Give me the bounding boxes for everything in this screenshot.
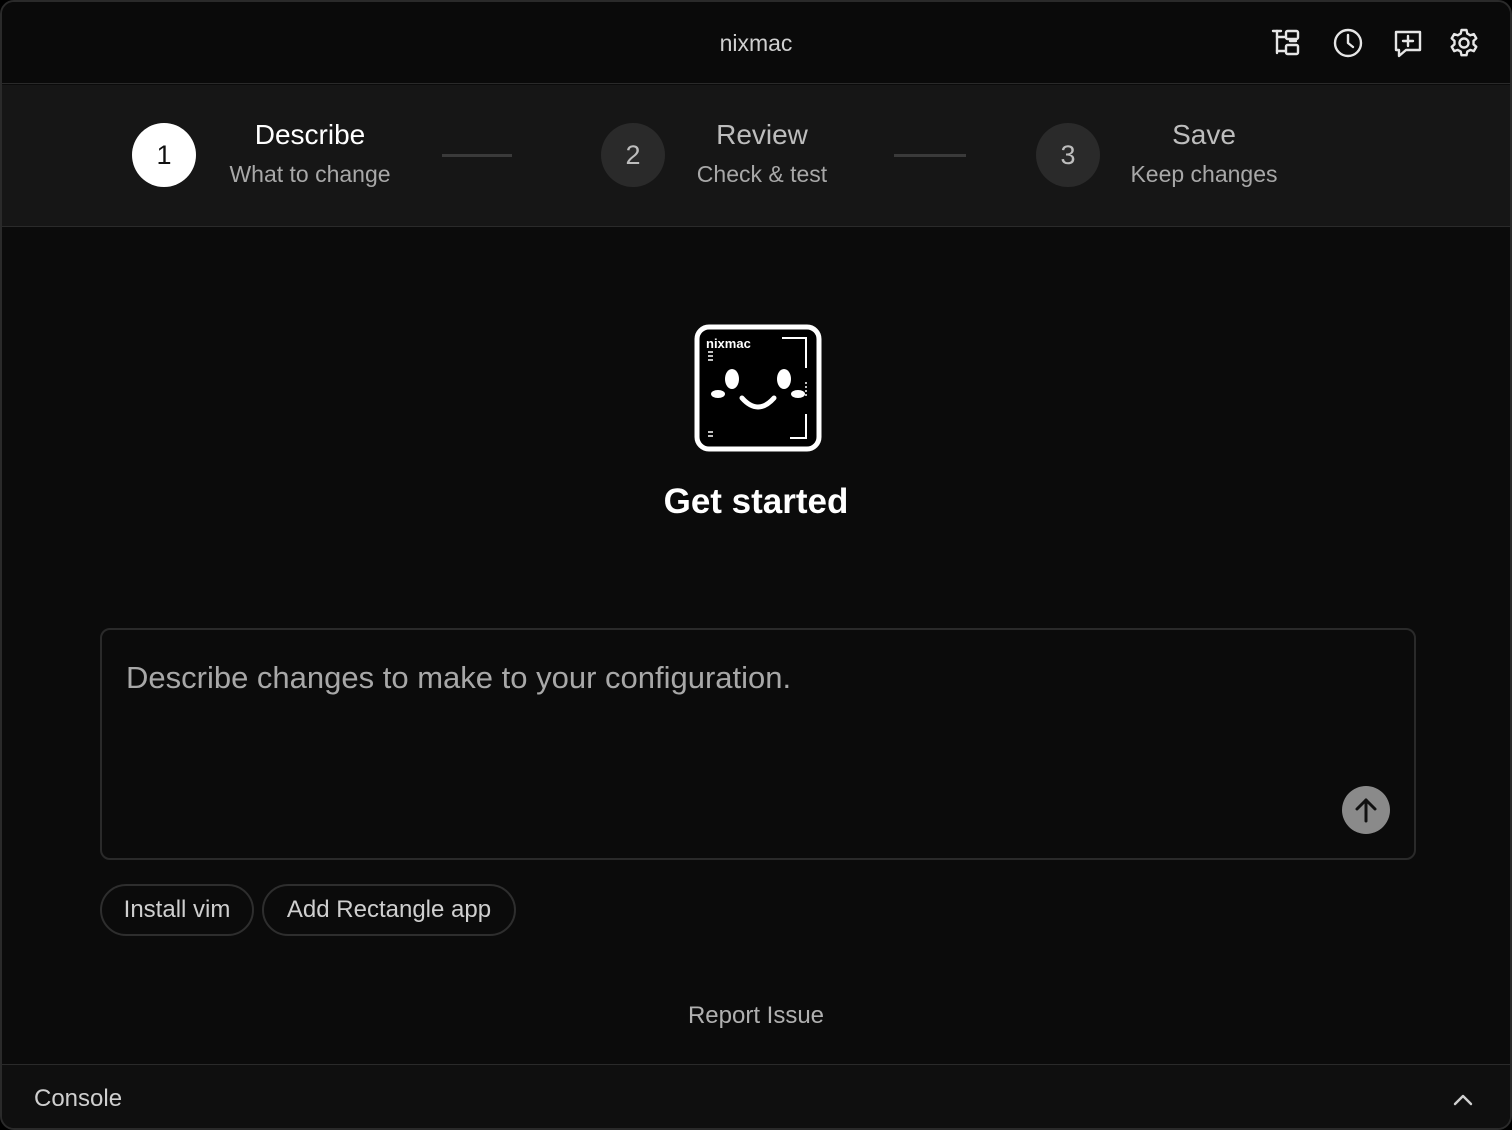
step-1-subtitle: What to change [229, 161, 391, 187]
new-message-icon[interactable] [1391, 26, 1425, 60]
step-connector [894, 154, 966, 157]
app-window: nixmac 1 Describe What to change 2 Revie… [0, 0, 1512, 1130]
step-3: Save Keep changes [1114, 119, 1294, 188]
logo-text: nixmac [706, 336, 751, 351]
step-1-title: Describe [254, 119, 366, 150]
console-panel[interactable]: Console [2, 1064, 1510, 1128]
suggestion-install-vim[interactable]: Install vim [100, 884, 254, 936]
console-label: Console [34, 1085, 123, 1112]
step-connector [442, 154, 512, 157]
history-icon[interactable] [1331, 26, 1365, 60]
step-2-number: 2 [601, 123, 665, 187]
arrow-up-icon [1355, 798, 1377, 823]
step-3-number: 3 [1036, 123, 1100, 187]
nixmac-logo: nixmac [694, 324, 822, 452]
step-1-number: 1 [132, 123, 196, 187]
progress-stepper: 1 Describe What to change 2 Review Check… [2, 85, 1510, 227]
page-title: Get started [663, 482, 849, 521]
step-2-subtitle: Check & test [696, 161, 828, 187]
chevron-up-icon[interactable] [1448, 1087, 1478, 1113]
tree-icon[interactable] [1270, 26, 1304, 60]
step-3-subtitle: Keep changes [1130, 161, 1278, 187]
suggestion-add-rectangle[interactable]: Add Rectangle app [262, 884, 516, 936]
title-bar: nixmac [2, 2, 1510, 84]
gear-icon[interactable] [1447, 26, 1481, 60]
report-issue-link[interactable]: Report Issue [2, 1002, 1510, 1030]
step-1: Describe What to change [212, 119, 408, 188]
step-2: Review Check & test [682, 119, 842, 188]
send-button[interactable] [1342, 786, 1390, 834]
step-3-title: Save [1172, 119, 1236, 150]
prompt-input[interactable] [126, 660, 1306, 810]
step-2-title: Review [716, 119, 808, 150]
prompt-container [100, 628, 1416, 860]
